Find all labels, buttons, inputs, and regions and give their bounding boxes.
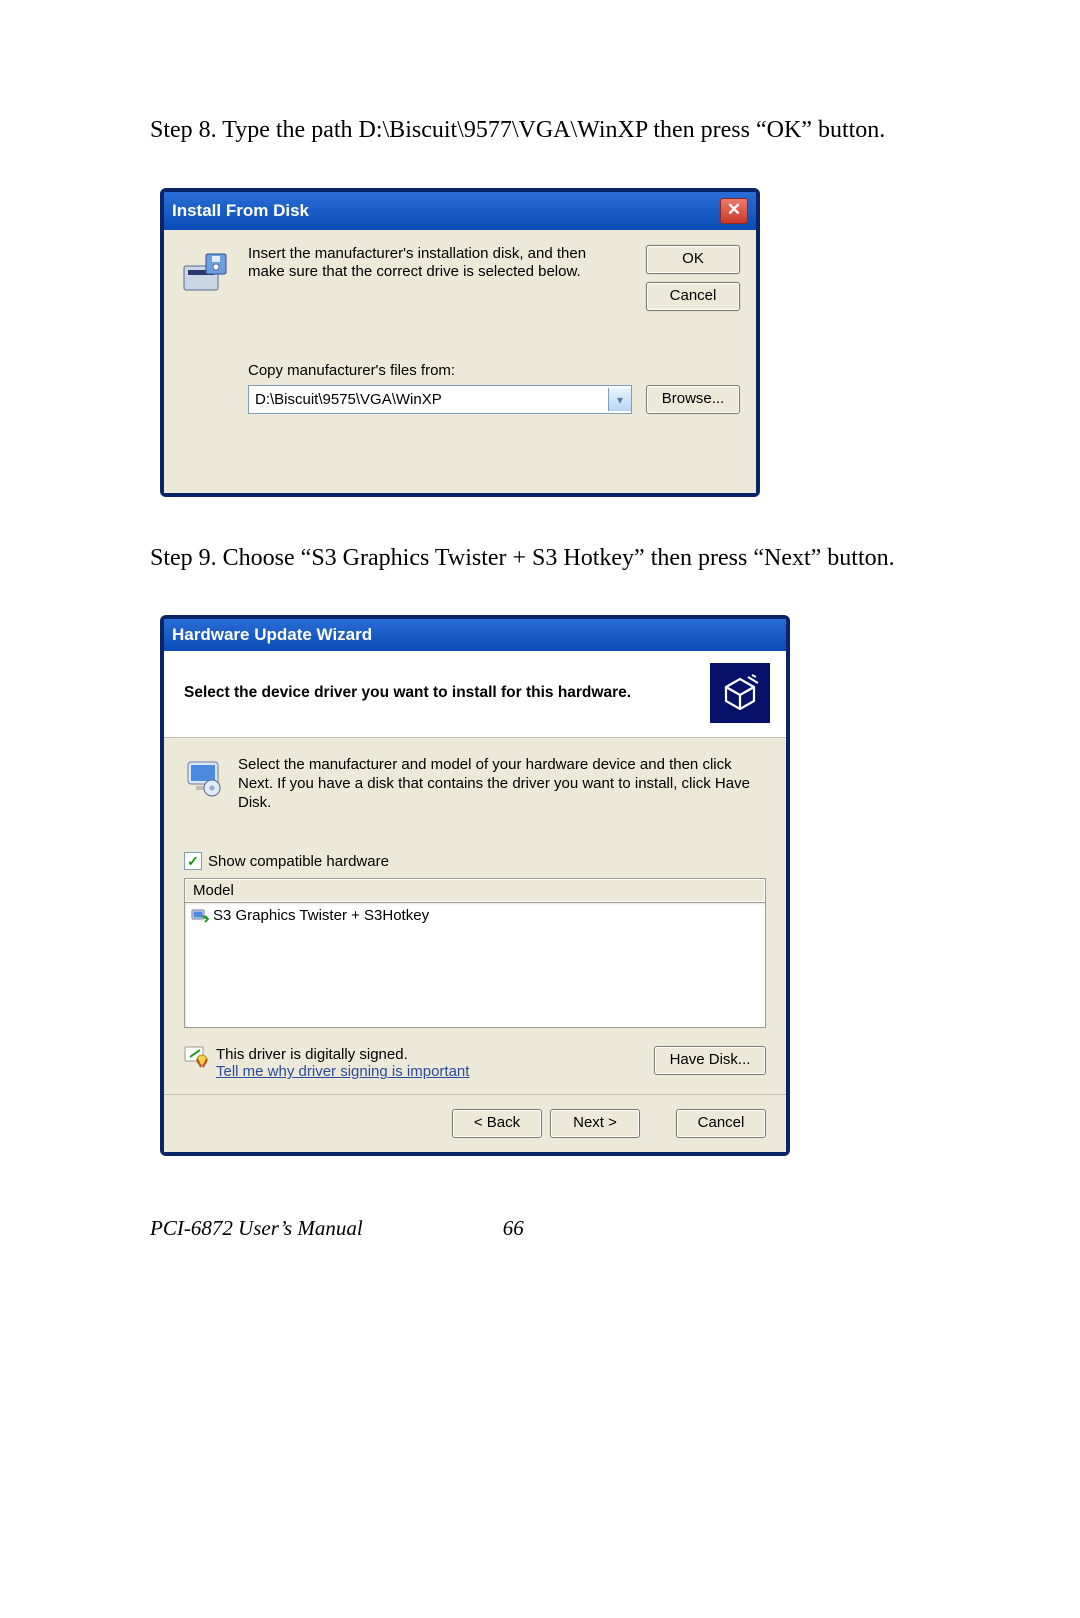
driver-item-icon	[191, 908, 209, 924]
model-listbox[interactable]: S3 Graphics Twister + S3Hotkey	[184, 902, 766, 1028]
wizard-info: Select the manufacturer and model of you…	[238, 756, 766, 812]
titlebar: Hardware Update Wizard	[164, 619, 786, 651]
back-button[interactable]: < Back	[452, 1109, 542, 1138]
copy-from-label: Copy manufacturer's files from:	[248, 362, 740, 379]
signed-text: This driver is digitally signed.	[216, 1046, 469, 1063]
path-combobox[interactable]: D:\Biscuit\9575\VGA\WinXP ▾	[248, 385, 632, 414]
step8-text: Step 8. Type the path D:\Biscuit\9577\VG…	[242, 114, 950, 148]
cancel-button[interactable]: Cancel	[646, 282, 740, 311]
dialog-title: Hardware Update Wizard	[172, 625, 372, 645]
path-value: D:\Biscuit\9575\VGA\WinXP	[255, 391, 442, 408]
model-item-label: S3 Graphics Twister + S3Hotkey	[213, 907, 429, 924]
show-compatible-checkbox[interactable]: ✓	[184, 852, 202, 870]
monitor-icon	[184, 756, 224, 800]
have-disk-button[interactable]: Have Disk...	[654, 1046, 766, 1075]
chevron-down-icon[interactable]: ▾	[608, 388, 631, 411]
cancel-button[interactable]: Cancel	[676, 1109, 766, 1138]
browse-button[interactable]: Browse...	[646, 385, 740, 414]
certificate-icon	[184, 1046, 208, 1068]
floppy-disk-icon	[180, 248, 230, 298]
model-column-header: Model	[184, 878, 766, 902]
wizard-heading: Select the device driver you want to ins…	[184, 684, 631, 702]
page-number: 66	[503, 1216, 524, 1241]
next-button[interactable]: Next >	[550, 1109, 640, 1138]
step9-text: Step 9. Choose “S3 Graphics Twister + S3…	[242, 542, 950, 576]
wizard-icon	[710, 663, 770, 723]
hardware-update-wizard-dialog: Hardware Update Wizard Select the device…	[160, 615, 790, 1156]
page-footer: PCI-6872 User’s Manual 66	[150, 1216, 950, 1241]
show-compatible-label: Show compatible hardware	[208, 853, 389, 870]
ok-button[interactable]: OK	[646, 245, 740, 274]
titlebar: Install From Disk ✕	[164, 192, 756, 230]
list-item[interactable]: S3 Graphics Twister + S3Hotkey	[191, 905, 759, 926]
install-from-disk-dialog: Install From Disk ✕ Insert the manufactu…	[160, 188, 760, 497]
driver-signing-link[interactable]: Tell me why driver signing is important	[216, 1063, 469, 1080]
manual-title: PCI-6872 User’s Manual	[150, 1216, 363, 1241]
dialog-message: Insert the manufacturer's installation d…	[248, 245, 620, 283]
dialog-title: Install From Disk	[172, 201, 309, 221]
close-icon[interactable]: ✕	[720, 198, 748, 224]
